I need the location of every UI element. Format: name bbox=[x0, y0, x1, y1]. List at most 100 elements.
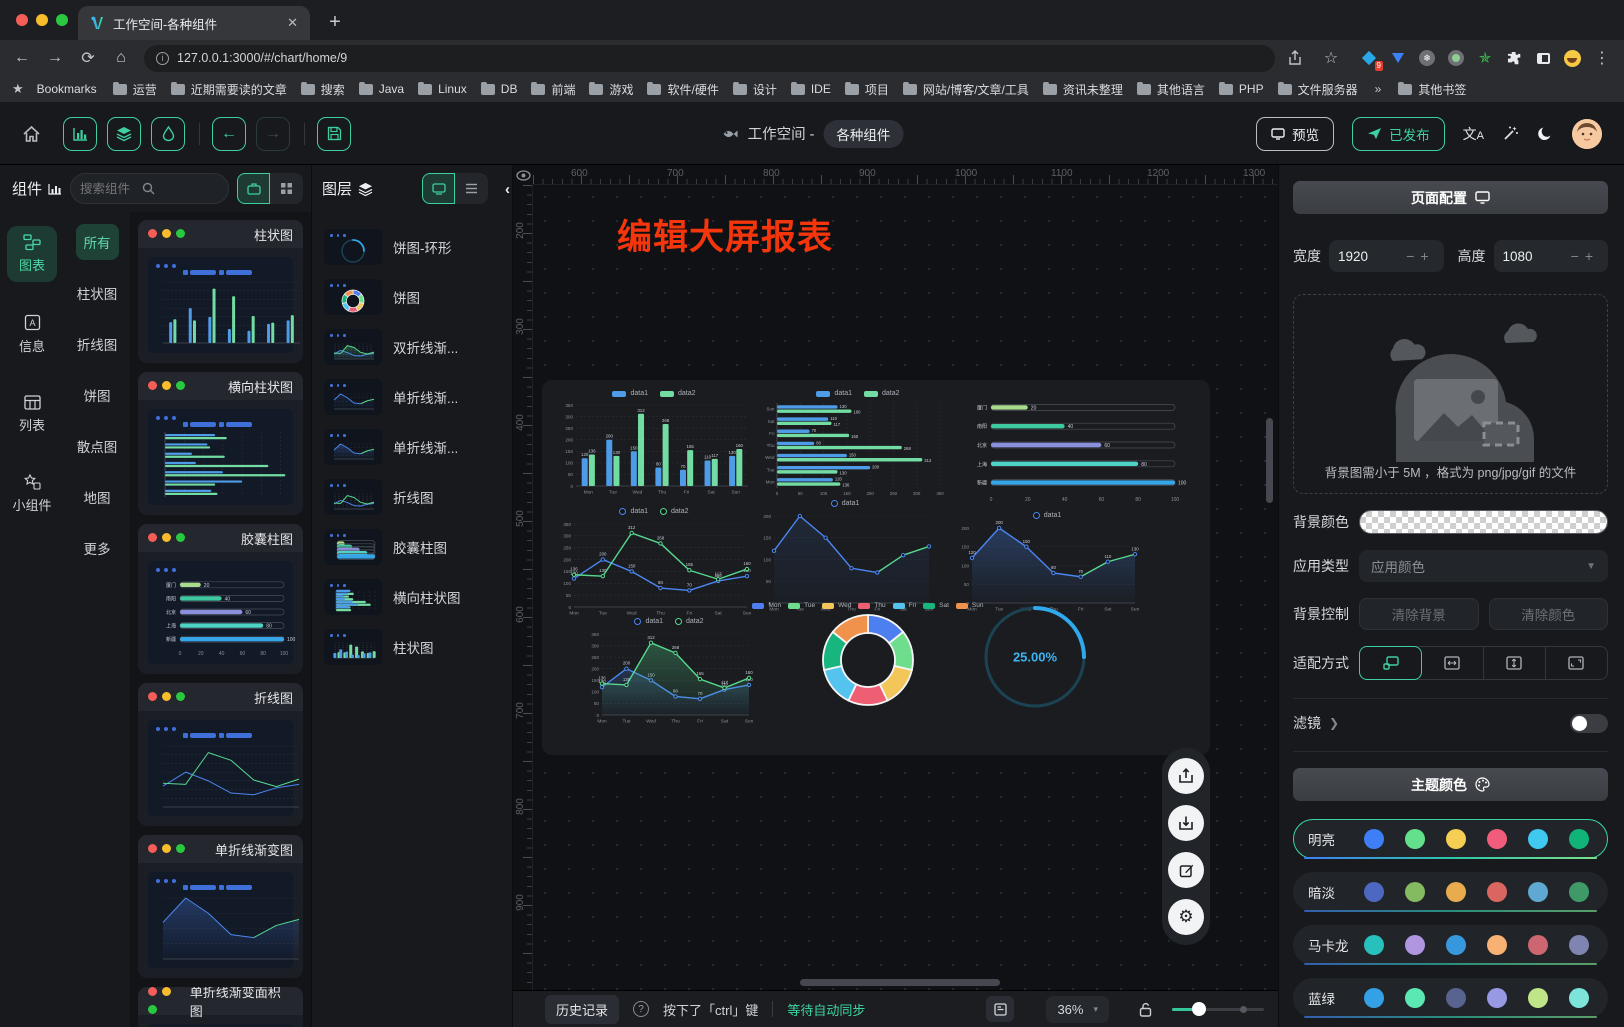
canvas-title-text[interactable]: 编辑大屏报表 bbox=[617, 209, 833, 260]
chart-line-dual[interactable]: data1data2 05010015020025030035012020015… bbox=[556, 508, 752, 618]
undo-button[interactable]: ← bbox=[212, 117, 246, 151]
height-input[interactable]: 1080−+ bbox=[1494, 240, 1609, 272]
zoom-slider[interactable] bbox=[1172, 1008, 1264, 1011]
theme-color-dot[interactable] bbox=[1405, 935, 1425, 955]
theme-color-dot[interactable] bbox=[1487, 988, 1507, 1008]
grid-view-toggle[interactable] bbox=[270, 173, 303, 204]
bookmark-item[interactable]: IDE bbox=[784, 80, 838, 98]
lock-icon[interactable] bbox=[1139, 1002, 1152, 1017]
design-canvas[interactable]: 6007008009001000110012001300 20030040050… bbox=[513, 165, 1278, 990]
theme-color-dot[interactable] bbox=[1446, 935, 1466, 955]
theme-color-dot[interactable] bbox=[1528, 988, 1548, 1008]
nav-item-list[interactable]: 列表 bbox=[7, 387, 57, 442]
theme-color-dot[interactable] bbox=[1487, 829, 1507, 849]
export-icon[interactable] bbox=[1168, 805, 1204, 841]
maximize-window-button[interactable] bbox=[56, 14, 68, 26]
theme-color-dot[interactable] bbox=[1405, 829, 1425, 849]
component-card[interactable]: 柱状图 bbox=[138, 220, 303, 363]
share-icon[interactable] bbox=[1288, 50, 1308, 66]
chart-line-single[interactable]: data1 050100150200MonTueWedThuFriSatSun bbox=[756, 500, 934, 614]
home-icon[interactable]: ⌂ bbox=[111, 49, 131, 67]
theme-color-dot[interactable] bbox=[1364, 882, 1384, 902]
help-icon[interactable]: ? bbox=[633, 1001, 649, 1017]
bookmark-item[interactable]: 文件服务器 bbox=[1271, 79, 1365, 100]
extension-pinned-icon[interactable]: 9 bbox=[1360, 49, 1378, 67]
workspace-badge[interactable]: 各种组件 bbox=[823, 120, 903, 148]
history-button[interactable]: 历史记录 bbox=[545, 995, 619, 1024]
chart-area-dual[interactable]: data1data2 05010015020025030035012020015… bbox=[584, 618, 754, 726]
app-home-icon[interactable] bbox=[22, 125, 41, 143]
clear-background-button[interactable]: 清除背景 bbox=[1359, 598, 1479, 630]
theme-color-dot[interactable] bbox=[1487, 935, 1507, 955]
canvas-vertical-scrollbar[interactable] bbox=[1266, 418, 1273, 503]
layer-item[interactable]: 柱状图 bbox=[320, 622, 504, 672]
preview-button[interactable]: 预览 bbox=[1256, 117, 1334, 151]
sidebar-panel-icon[interactable] bbox=[1534, 49, 1552, 67]
background-upload-area[interactable]: 背景图需小于 5M ，格式为 png/jpg/gif 的文件 bbox=[1293, 294, 1608, 494]
bookmark-item[interactable]: 运营 bbox=[106, 79, 164, 100]
bookmark-item[interactable]: Linux bbox=[411, 80, 474, 98]
bookmark-item[interactable]: PHP bbox=[1212, 80, 1271, 98]
theme-color-dot[interactable] bbox=[1446, 882, 1466, 902]
profile-emoji-icon[interactable] bbox=[1563, 49, 1581, 67]
language-icon[interactable]: 文A bbox=[1463, 124, 1484, 144]
category-4[interactable]: 散点图 bbox=[69, 428, 126, 464]
app-type-select[interactable]: 应用颜色▼ bbox=[1359, 550, 1608, 582]
category-all[interactable]: 所有 bbox=[76, 224, 119, 260]
bookmarks-overflow[interactable]: » bbox=[1367, 82, 1390, 96]
edit-icon[interactable] bbox=[1168, 852, 1204, 888]
eye-icon[interactable] bbox=[513, 165, 533, 185]
bookmark-item[interactable]: DB bbox=[474, 80, 525, 98]
layer-item[interactable]: 横向柱状图 bbox=[320, 572, 504, 622]
theme-color-dot[interactable] bbox=[1528, 882, 1548, 902]
theme-color-dot[interactable] bbox=[1405, 988, 1425, 1008]
save-button[interactable] bbox=[317, 117, 351, 151]
dashboard-preview[interactable]: data1data2 050100150200250300350120136Mo… bbox=[542, 380, 1210, 755]
bookmark-item[interactable]: 网站/博客/文章/工具 bbox=[896, 79, 1036, 100]
zoom-select[interactable]: 36%▾ bbox=[1046, 996, 1109, 1023]
extension-circle-icon[interactable]: ❄ bbox=[1418, 49, 1436, 67]
bookmark-item[interactable]: 软件/硬件 bbox=[640, 79, 725, 100]
settings-gear-icon[interactable]: ⚙ bbox=[1168, 899, 1204, 935]
search-components[interactable] bbox=[70, 173, 229, 204]
import-icon[interactable] bbox=[1168, 758, 1204, 794]
forward-icon[interactable]: → bbox=[45, 49, 65, 67]
theme-color-dot[interactable] bbox=[1364, 829, 1384, 849]
theme-row-马卡龙[interactable]: 马卡龙 bbox=[1293, 925, 1608, 965]
layer-item[interactable]: 双折线渐... bbox=[320, 322, 504, 372]
magic-wand-icon[interactable] bbox=[1502, 125, 1519, 142]
bookmarks-label[interactable]: Bookmarks bbox=[30, 80, 104, 98]
layer-item[interactable]: 饼图-环形 bbox=[320, 222, 504, 272]
layer-item[interactable]: 折线图 bbox=[320, 472, 504, 522]
component-card[interactable]: 折线图 bbox=[138, 683, 303, 826]
dark-mode-moon-icon[interactable] bbox=[1537, 125, 1554, 142]
detail-panel-toggle-button[interactable] bbox=[151, 117, 185, 151]
collapse-panel-icon[interactable]: ‹ bbox=[505, 181, 510, 198]
shortcut-panel-icon[interactable] bbox=[986, 996, 1014, 1022]
fit-width-button[interactable] bbox=[1421, 647, 1483, 679]
clear-color-button[interactable]: 清除颜色 bbox=[1489, 598, 1609, 630]
tab-close-icon[interactable]: ✕ bbox=[287, 15, 298, 31]
bookmark-item[interactable]: 近期需要读的文章 bbox=[164, 79, 294, 100]
extension-star-icon[interactable]: ✯ bbox=[1476, 49, 1494, 67]
extension-dot-icon[interactable] bbox=[1447, 49, 1465, 67]
theme-row-暗淡[interactable]: 暗淡 bbox=[1293, 872, 1608, 912]
browser-tab[interactable]: 工作空间-各种组件 ✕ bbox=[78, 6, 310, 40]
chevron-right-icon[interactable]: ❯ bbox=[1329, 716, 1339, 730]
bookmark-item[interactable]: 搜索 bbox=[294, 79, 352, 100]
width-input[interactable]: 1920−+ bbox=[1329, 240, 1444, 272]
nav-item-widgets[interactable]: 小组件 bbox=[7, 466, 57, 522]
theme-color-dot[interactable] bbox=[1528, 935, 1548, 955]
stepper-buttons[interactable]: −+ bbox=[1406, 248, 1434, 264]
other-bookmarks[interactable]: 其他书签 bbox=[1391, 79, 1473, 100]
user-avatar[interactable] bbox=[1572, 119, 1602, 149]
publish-button[interactable]: 已发布 bbox=[1352, 117, 1445, 151]
chart-progress-ring[interactable]: 25.00% bbox=[980, 602, 1090, 712]
bookmark-item[interactable]: 前端 bbox=[524, 79, 582, 100]
nav-item-info[interactable]: A 信息 bbox=[7, 306, 57, 363]
browser-menu-icon[interactable]: ⋮ bbox=[1592, 48, 1612, 68]
toolbox-view-toggle[interactable] bbox=[237, 173, 270, 204]
bookmark-item[interactable]: 项目 bbox=[838, 79, 896, 100]
theme-color-dot[interactable] bbox=[1446, 988, 1466, 1008]
bookmark-item[interactable]: 资讯未整理 bbox=[1036, 79, 1130, 100]
